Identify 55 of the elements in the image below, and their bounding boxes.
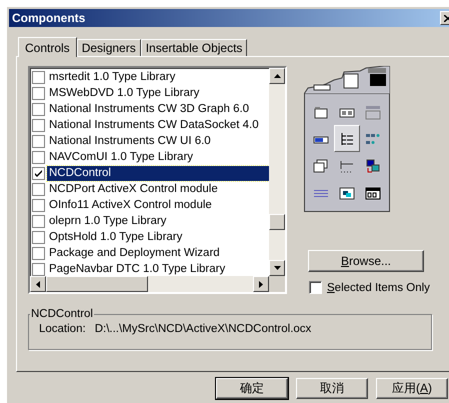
location-path: D:\...\MySrc\NCD\ActiveX\NCDControl.ocx	[94, 323, 312, 335]
vertical-scrollbar[interactable]	[269, 68, 285, 276]
up-arrow-icon	[274, 74, 280, 78]
list-item[interactable]: PageNavbar DTC 1.0 Type Library	[47, 262, 228, 276]
dialog-button[interactable]: 应用(A)	[376, 378, 448, 399]
checkbox[interactable]	[32, 262, 45, 276]
palette-tool[interactable]	[334, 125, 360, 152]
dialog-button[interactable]: 取消	[296, 378, 368, 399]
checkbox[interactable]	[32, 166, 45, 180]
size-grip	[269, 276, 285, 292]
control-icon	[338, 184, 356, 200]
checkbox[interactable]	[32, 214, 45, 228]
checkbox[interactable]	[32, 134, 45, 148]
list-item[interactable]: NCDControl	[47, 166, 269, 180]
right-arrow-icon	[259, 280, 263, 288]
left-arrow-icon	[36, 280, 40, 288]
list-item[interactable]: OptsHold 1.0 Type Library	[47, 230, 184, 244]
horizontal-scrollbar[interactable]	[30, 276, 269, 292]
list-item[interactable]: National Instruments CW 3D Graph 6.0	[47, 102, 252, 116]
location-label: Location:	[39, 323, 86, 335]
checkbox[interactable]	[32, 182, 45, 196]
scroll-thumb[interactable]	[46, 276, 148, 292]
checkbox[interactable]	[309, 281, 322, 294]
dialog-button[interactable]: 确定	[216, 378, 288, 399]
checkbox[interactable]	[32, 118, 45, 132]
list-item[interactable]: National Instruments CW UI 6.0	[47, 134, 213, 148]
list-item[interactable]: msrtedit 1.0 Type Library	[47, 70, 178, 84]
checkbox-label: Selected Items Only	[327, 282, 430, 294]
window-title: Components	[12, 11, 86, 25]
checkmark-icon	[34, 168, 43, 178]
list-item[interactable]: Package and Deployment Wizard	[47, 246, 222, 260]
control-icon	[364, 184, 382, 200]
list-item[interactable]: OInfo11 ActiveX Control module	[47, 198, 214, 212]
scroll-thumb[interactable]	[269, 214, 285, 230]
checkbox[interactable]	[32, 70, 45, 84]
list-item[interactable]: NAVComUI 1.0 Type Library	[47, 150, 196, 164]
checkbox[interactable]	[32, 150, 45, 164]
down-arrow-icon	[274, 266, 280, 270]
browse-button[interactable]: Browse...	[308, 250, 424, 272]
checkbox[interactable]	[32, 230, 45, 244]
checkbox[interactable]	[32, 198, 45, 212]
list-item[interactable]: oleprn 1.0 Type Library	[47, 214, 168, 228]
control-icon	[364, 104, 382, 120]
control-icon	[312, 158, 330, 174]
checkbox[interactable]	[32, 246, 45, 260]
control-icon	[364, 158, 382, 174]
tab[interactable]: Designers	[76, 39, 141, 56]
list-item[interactable]: National Instruments CW DataSocket 4.0	[47, 118, 261, 132]
checkbox[interactable]	[32, 102, 45, 116]
tab[interactable]: Controls	[18, 37, 77, 57]
tab[interactable]: Insertable Objects	[140, 39, 248, 56]
group-title: NCDControl	[30, 308, 94, 320]
checkbox[interactable]	[32, 86, 45, 100]
list-item[interactable]: NCDPort ActiveX Control module	[47, 182, 220, 196]
list-item[interactable]: MSWebDVD 1.0 Type Library	[47, 86, 202, 100]
